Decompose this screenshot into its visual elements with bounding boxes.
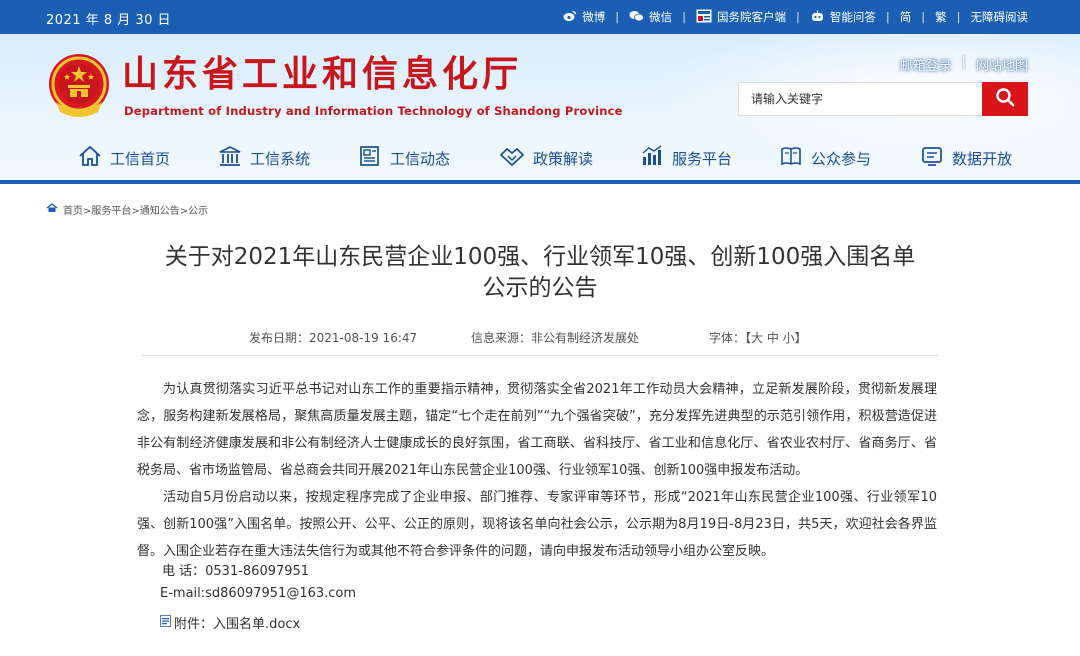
article-title: 关于对2021年山东民营企业100强、行业领军10强、创新100强入围名单 公示… [164,244,916,301]
national-emblem-icon [46,52,112,120]
weibo-icon [563,10,577,24]
search-input[interactable] [738,82,982,116]
smart-qa-link[interactable]: 智能问答 [810,9,876,25]
news-icon [358,145,390,171]
main-nav: 工信首页 工信系统 工信动态 政策解读 服务平台 公众参与 数据开放 [0,137,1080,177]
book-icon [779,145,811,171]
search-box [738,82,1028,116]
handshake-icon [499,145,533,171]
site-subtitle: Department of Industry and Information T… [124,104,623,118]
nav-item-service[interactable]: 服务平台 [640,145,732,171]
nav-item-policy[interactable]: 政策解读 [499,145,593,171]
home-icon [78,145,110,171]
top-bar: 2021 年 8 月 30 日 微博 | 微信 | 国务院客户端 | 智能问答 … [0,0,1080,34]
breadcrumb-text[interactable]: 首页>服务平台>通知公告>公示 [63,202,208,217]
separator: | [796,10,800,24]
nav-item-data[interactable]: 数据开放 [920,145,1012,171]
data-icon [920,145,952,171]
attachment-link[interactable]: 附件：入围名单.docx [160,613,300,632]
traditional-link[interactable]: 繁 [935,9,947,25]
nav-item-public[interactable]: 公众参与 [779,145,871,171]
institution-icon [218,145,250,171]
publish-date: 发布日期：2021-08-19 16:47 [249,331,418,345]
nav-item-news[interactable]: 工信动态 [358,145,450,171]
accessibility-link[interactable]: 无障碍阅读 [971,9,1029,25]
paragraph: 活动自5月份启动以来，按规定程序完成了企业申报、部门推荐、专家评审等环节，形成“… [137,490,937,559]
separator: | [956,10,961,24]
sitemap-link[interactable]: 网站地图 [976,55,1028,74]
paragraph: 为认真贯彻落实习近平总书记对山东工作的重要指示精神，贯彻落实全省2021年工作动… [137,382,937,478]
simplified-link[interactable]: 简 [900,9,912,25]
separator: | [885,10,890,24]
robot-icon [810,10,825,25]
separator: | [921,10,926,24]
contact-email: E-mail:sd86097951@163.com [160,586,357,601]
chart-icon [640,145,672,171]
file-icon [160,614,171,631]
nav-divider [0,180,1080,184]
font-size-switcher[interactable]: 字体：【大 中 小】 [709,329,807,346]
gov-app-link[interactable]: 国务院客户端 [696,9,786,25]
search-icon [995,87,1015,111]
weibo-link[interactable]: 微博 [563,9,605,25]
search-button[interactable] [982,82,1028,116]
separator: | [682,10,686,24]
gov-app-icon [696,9,712,25]
mail-login-link[interactable]: 邮箱登录 [900,55,952,74]
site-title: 山东省工业和信息化厅 [122,53,523,95]
wechat-link[interactable]: 微信 [629,9,672,25]
contact-phone: 电 话：0531-86097951 [162,564,310,579]
site-header: 山东省工业和信息化厅 Department of Industry and In… [0,34,1080,182]
article-body: 为认真贯彻落实习近平总书记对山东工作的重要指示精神，贯彻落实全省2021年工作动… [137,376,937,565]
current-date: 2021 年 8 月 30 日 [46,13,172,28]
wechat-icon [629,10,645,24]
nav-item-home[interactable]: 工信首页 [78,145,170,171]
nav-item-system[interactable]: 工信系统 [218,145,310,171]
separator: | [615,10,620,24]
divider [142,355,938,356]
info-source: 信息来源：非公有制经济发展处 [471,331,640,345]
home-icon [46,203,58,216]
top-links: 微博 | 微信 | 国务院客户端 | 智能问答 | 简 | 繁 | 无障碍阅读 [563,9,1028,25]
header-links: 邮箱登录 | 网站地图 [899,55,1028,74]
breadcrumb: 首页>服务平台>通知公告>公示 [46,202,208,217]
